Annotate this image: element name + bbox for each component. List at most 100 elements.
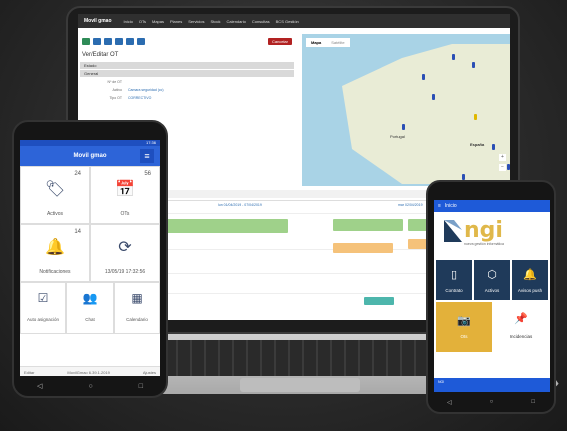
calendar-event[interactable] bbox=[364, 297, 394, 305]
menu-icon[interactable]: ≡ bbox=[438, 203, 441, 209]
tile-activos[interactable]: ⬡ Activos bbox=[474, 260, 510, 300]
calendar-date: mar 02/04/2019 bbox=[398, 203, 423, 207]
tile-label: Calendario bbox=[126, 317, 148, 322]
web-brand[interactable]: Movil gmao bbox=[84, 18, 112, 24]
label-portugal: Portugal bbox=[390, 134, 405, 139]
tile-calendario[interactable]: ▦ Calendario bbox=[114, 282, 160, 334]
map-pin[interactable] bbox=[402, 124, 405, 130]
tile-label: Activos bbox=[484, 288, 500, 293]
tab-satelite[interactable]: Satélite bbox=[326, 38, 349, 47]
tile-label: OTs bbox=[120, 211, 130, 217]
page-title: Inicio bbox=[444, 203, 457, 209]
calendar-event[interactable] bbox=[333, 219, 403, 231]
tile-label: Activos bbox=[46, 211, 64, 217]
map-pin[interactable] bbox=[507, 164, 510, 170]
tile-label: Ots bbox=[460, 334, 468, 339]
checkbox-icon: ☑ bbox=[37, 291, 49, 305]
recents-icon[interactable]: □ bbox=[531, 399, 535, 405]
tile-sync[interactable]: ⟳ 13/05/19 17:32:56 bbox=[90, 224, 160, 282]
tile-auto-asignacion[interactable]: ☑ Auto asignación bbox=[20, 282, 66, 334]
nav-ots[interactable]: OTs bbox=[139, 19, 146, 24]
toolbar-button[interactable] bbox=[137, 38, 145, 45]
map-tabs: Mapa Satélite bbox=[306, 38, 350, 47]
land-area bbox=[342, 44, 510, 184]
app-logo: Movil gmao bbox=[73, 153, 107, 159]
toolbar-button[interactable] bbox=[93, 38, 101, 45]
tile-count: 24 bbox=[74, 171, 81, 177]
nav-planes[interactable]: Planes bbox=[170, 19, 182, 24]
tile-label: Auto asignación bbox=[26, 317, 60, 322]
app-footer: NGI bbox=[434, 378, 550, 392]
tile-incidencias[interactable]: 📌 Incidencias bbox=[494, 302, 548, 352]
app-version: MovilGmao 6.39.1.2019 bbox=[67, 370, 110, 375]
edit-button[interactable]: Editar bbox=[24, 370, 34, 375]
form-toolbar: Cancelar bbox=[78, 34, 296, 49]
android-nav-bar: ◁ ○ □ bbox=[14, 378, 166, 394]
nav-bcs[interactable]: BCS Gestión bbox=[276, 19, 299, 24]
back-icon[interactable]: ◁ bbox=[37, 382, 42, 390]
back-icon[interactable]: ◁ bbox=[447, 399, 452, 406]
tile-contrato[interactable]: ▯ Contrato bbox=[436, 260, 472, 300]
tab-mapa[interactable]: Mapa bbox=[306, 38, 326, 47]
map-pin[interactable] bbox=[472, 62, 475, 68]
tile-ots[interactable]: 📷 Ots bbox=[436, 302, 492, 352]
map-pin[interactable] bbox=[474, 114, 477, 120]
tile-count: 14 bbox=[74, 229, 81, 235]
map-view[interactable]: Mapa Satélite Portugal España + − bbox=[302, 34, 510, 186]
map-pin[interactable] bbox=[492, 144, 495, 150]
calendar-event[interactable] bbox=[333, 243, 393, 253]
phone-right-screen: ≡ Inicio ngi nueva gestión informática ▯… bbox=[434, 200, 550, 392]
phone-left-screen: 17:36 Movil gmao ≡ 24 🏷 Activos 56 📅 OTs… bbox=[20, 140, 160, 376]
section-estado[interactable]: Estado bbox=[80, 62, 294, 69]
pushpin-icon: 📌 bbox=[514, 313, 528, 325]
nav-mapas[interactable]: Mapas bbox=[152, 19, 164, 24]
bell-icon: 🔔 bbox=[45, 239, 65, 256]
map-pin[interactable] bbox=[422, 74, 425, 80]
tile-activos[interactable]: 24 🏷 Activos bbox=[20, 166, 90, 224]
map-pin[interactable] bbox=[452, 54, 455, 60]
menu-icon[interactable]: ≡ bbox=[140, 149, 154, 163]
recents-icon[interactable]: □ bbox=[139, 383, 143, 390]
tile-ots[interactable]: 56 📅 OTs bbox=[90, 166, 160, 224]
nav-stock[interactable]: Stock bbox=[210, 19, 220, 24]
tile-count: 56 bbox=[144, 171, 151, 177]
tile-label: Notificaciones bbox=[39, 269, 71, 275]
nav-inicio[interactable]: Inicio bbox=[124, 19, 133, 24]
camera-icon: 📷 bbox=[457, 315, 471, 327]
logo-subtitle: nueva gestión informática bbox=[464, 242, 504, 246]
nav-servicios[interactable]: Servicios bbox=[188, 19, 204, 24]
save-button[interactable] bbox=[82, 38, 90, 45]
section-general[interactable]: General bbox=[80, 70, 294, 77]
box-icon: ⬡ bbox=[487, 269, 497, 281]
logo-mark-icon bbox=[444, 220, 462, 242]
keyboard bbox=[150, 340, 450, 376]
calendar-grid-icon: ▦ bbox=[131, 291, 143, 305]
toolbar-button[interactable] bbox=[104, 38, 112, 45]
tile-label: Incidencias bbox=[509, 334, 533, 339]
tags-icon: 🏷 bbox=[44, 181, 66, 198]
trackpad bbox=[240, 378, 360, 392]
bell-icon: 🔔 bbox=[523, 269, 537, 281]
form-title: Ver/Editar OT bbox=[82, 52, 119, 58]
map-pin[interactable] bbox=[432, 94, 435, 100]
zoom-in-button[interactable]: + bbox=[499, 154, 506, 161]
nav-calendario[interactable]: Calendario bbox=[226, 19, 245, 24]
home-icon[interactable]: ○ bbox=[88, 383, 92, 390]
refresh-icon: ⟳ bbox=[118, 239, 132, 256]
ngi-logo: ngi nueva gestión informática bbox=[444, 218, 540, 248]
tile-notificaciones[interactable]: 14 🔔 Notificaciones bbox=[20, 224, 90, 282]
nav-consultas[interactable]: Consultas bbox=[252, 19, 270, 24]
app-header: Movil gmao ≡ bbox=[20, 146, 160, 166]
home-icon[interactable]: ○ bbox=[490, 399, 494, 405]
tile-label: Contrato bbox=[445, 288, 463, 293]
field-row: Tipo OT CORRECTIVO bbox=[109, 96, 152, 100]
toolbar-button[interactable] bbox=[126, 38, 134, 45]
toolbar-button[interactable] bbox=[115, 38, 123, 45]
zoom-out-button[interactable]: − bbox=[499, 164, 506, 171]
cancel-button[interactable]: Cancelar bbox=[267, 38, 292, 45]
settings-button[interactable]: Ajustes bbox=[143, 370, 156, 375]
app-footer: Editar MovilGmao 6.39.1.2019 Ajustes bbox=[20, 366, 160, 376]
tile-chat[interactable]: 👥 Chat bbox=[66, 282, 114, 334]
tile-avisos-push[interactable]: 🔔 Avisos push bbox=[512, 260, 548, 300]
phone-right: ≡ Inicio ngi nueva gestión informática ▯… bbox=[426, 180, 556, 414]
